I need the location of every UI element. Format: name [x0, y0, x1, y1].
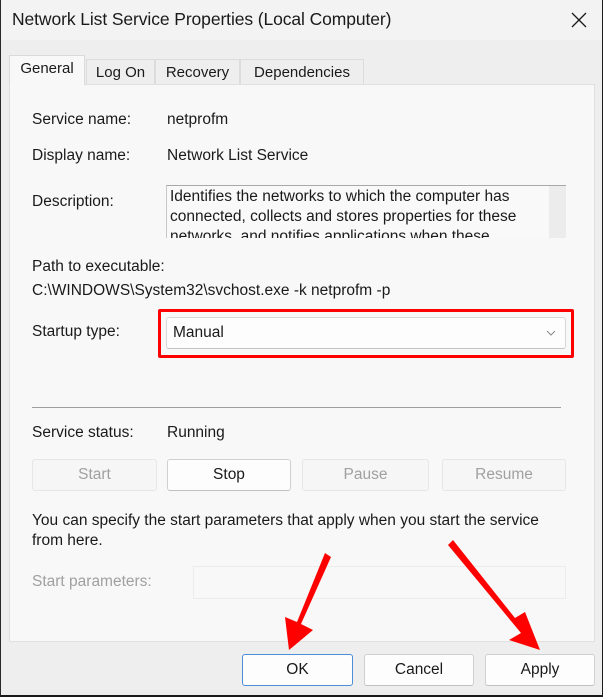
- stop-button[interactable]: Stop: [167, 459, 291, 491]
- start-params-label: Start parameters:: [32, 573, 152, 590]
- tab-general[interactable]: General: [9, 55, 85, 85]
- start-params-input[interactable]: [193, 566, 566, 599]
- description-text: Identifies the networks to which the com…: [170, 188, 517, 238]
- apply-button[interactable]: Apply: [485, 654, 595, 686]
- close-icon: [571, 12, 587, 28]
- startup-type-label: Startup type:: [32, 323, 120, 340]
- cancel-button[interactable]: Cancel: [364, 654, 474, 686]
- start-params-hint: You can specify the start parameters tha…: [32, 512, 539, 549]
- tab-label: Recovery: [165, 63, 230, 81]
- tab-recovery[interactable]: Recovery: [155, 59, 240, 84]
- ok-button[interactable]: OK: [242, 654, 353, 686]
- title-bar: Network List Service Properties (Local C…: [1, 0, 602, 40]
- window-title: Network List Service Properties (Local C…: [12, 9, 392, 29]
- service-name-value: netprofm: [167, 111, 229, 128]
- path-value: C:\WINDOWS\System32\svchost.exe -k netpr…: [32, 282, 391, 299]
- service-name-label: Service name:: [32, 111, 132, 128]
- service-properties-dialog: Network List Service Properties (Local C…: [0, 0, 603, 697]
- description-label: Description:: [32, 193, 114, 210]
- pause-button[interactable]: Pause: [302, 459, 429, 491]
- tab-dependencies[interactable]: Dependencies: [240, 59, 364, 84]
- tab-label: Dependencies: [254, 63, 350, 81]
- close-button[interactable]: [561, 4, 597, 36]
- general-tab-panel: [9, 84, 595, 642]
- start-button[interactable]: Start: [32, 459, 157, 491]
- description-scrollbar[interactable]: [549, 186, 566, 238]
- section-divider: [32, 407, 561, 408]
- path-label: Path to executable:: [32, 258, 165, 275]
- service-status-label: Service status:: [32, 424, 134, 441]
- tab-label: Log On: [95, 63, 146, 81]
- tab-log-on[interactable]: Log On: [86, 59, 155, 84]
- service-status-value: Running: [167, 424, 225, 441]
- highlight-box: [158, 309, 574, 358]
- display-name-value: Network List Service: [167, 147, 309, 164]
- tab-label: General: [20, 60, 74, 77]
- display-name-label: Display name:: [32, 147, 131, 164]
- description-textbox[interactable]: Identifies the networks to which the com…: [166, 185, 566, 238]
- resume-button[interactable]: Resume: [442, 459, 566, 491]
